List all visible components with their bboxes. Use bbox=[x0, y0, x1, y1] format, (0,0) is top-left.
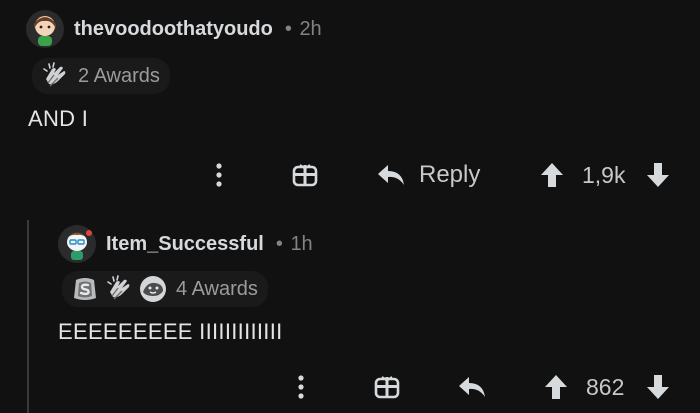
comment-actions: Reply 1,9k bbox=[0, 155, 700, 195]
comment-body: AND I bbox=[28, 106, 89, 131]
comment-actions: 862 bbox=[0, 367, 700, 407]
give-award-button[interactable] bbox=[374, 367, 400, 407]
downvote-arrow-icon bbox=[647, 163, 669, 187]
awards-badge[interactable]: 2 Awards bbox=[32, 58, 170, 94]
clapping-hands-award-icon bbox=[104, 274, 134, 304]
more-icon bbox=[216, 163, 222, 187]
more-options-button[interactable] bbox=[294, 367, 308, 407]
reply-icon bbox=[378, 165, 404, 185]
more-icon bbox=[298, 375, 304, 399]
upvote-arrow-icon bbox=[545, 375, 567, 399]
reply-button[interactable]: Reply bbox=[377, 155, 480, 195]
user-avatar[interactable] bbox=[26, 10, 64, 48]
gift-icon bbox=[292, 164, 318, 187]
awards-count: 2 Awards bbox=[78, 64, 160, 87]
downvote-button[interactable] bbox=[646, 367, 670, 407]
score-value: 862 bbox=[586, 373, 625, 400]
give-award-button[interactable] bbox=[292, 155, 318, 195]
user-avatar[interactable] bbox=[58, 225, 96, 263]
wholesome-seal-award-icon bbox=[138, 274, 168, 304]
score-value: 1,9k bbox=[582, 161, 626, 188]
comment-1: thevoodoothatyoudo • 2h 2 Awards AND I R… bbox=[0, 0, 700, 205]
awards-count: 4 Awards bbox=[176, 277, 258, 300]
comment-2: Item_Successful • 1h 4 Awards EEEEEEEEE … bbox=[0, 205, 700, 413]
upvote-button[interactable] bbox=[544, 367, 568, 407]
downvote-arrow-icon bbox=[647, 375, 669, 399]
gift-icon bbox=[374, 376, 400, 399]
more-options-button[interactable] bbox=[212, 155, 226, 195]
comment-header: thevoodoothatyoudo • 2h bbox=[26, 10, 322, 48]
upvote-arrow-icon bbox=[541, 163, 563, 187]
downvote-button[interactable] bbox=[646, 155, 670, 195]
time-ago: 1h bbox=[290, 232, 313, 255]
reply-icon bbox=[459, 377, 485, 397]
reply-button[interactable] bbox=[458, 367, 486, 407]
timestamp: • 1h bbox=[274, 233, 313, 256]
silver-award-icon bbox=[70, 274, 100, 304]
username[interactable]: Item_Successful bbox=[106, 233, 264, 256]
vote-score: 862 bbox=[586, 367, 624, 407]
comment-header: Item_Successful • 1h bbox=[58, 225, 313, 263]
meta-separator: • bbox=[275, 232, 283, 255]
time-ago: 2h bbox=[299, 17, 322, 40]
username[interactable]: thevoodoothatyoudo bbox=[74, 18, 273, 41]
timestamp: • 2h bbox=[283, 18, 322, 41]
vote-score: 1,9k bbox=[582, 155, 625, 195]
awards-badge[interactable]: 4 Awards bbox=[62, 271, 268, 307]
reply-label: Reply bbox=[419, 161, 481, 188]
upvote-button[interactable] bbox=[540, 155, 564, 195]
comment-body: EEEEEEEEE IIIIIIIIIIIII bbox=[58, 319, 283, 344]
meta-separator: • bbox=[284, 17, 292, 40]
clapping-hands-award-icon bbox=[40, 61, 70, 91]
